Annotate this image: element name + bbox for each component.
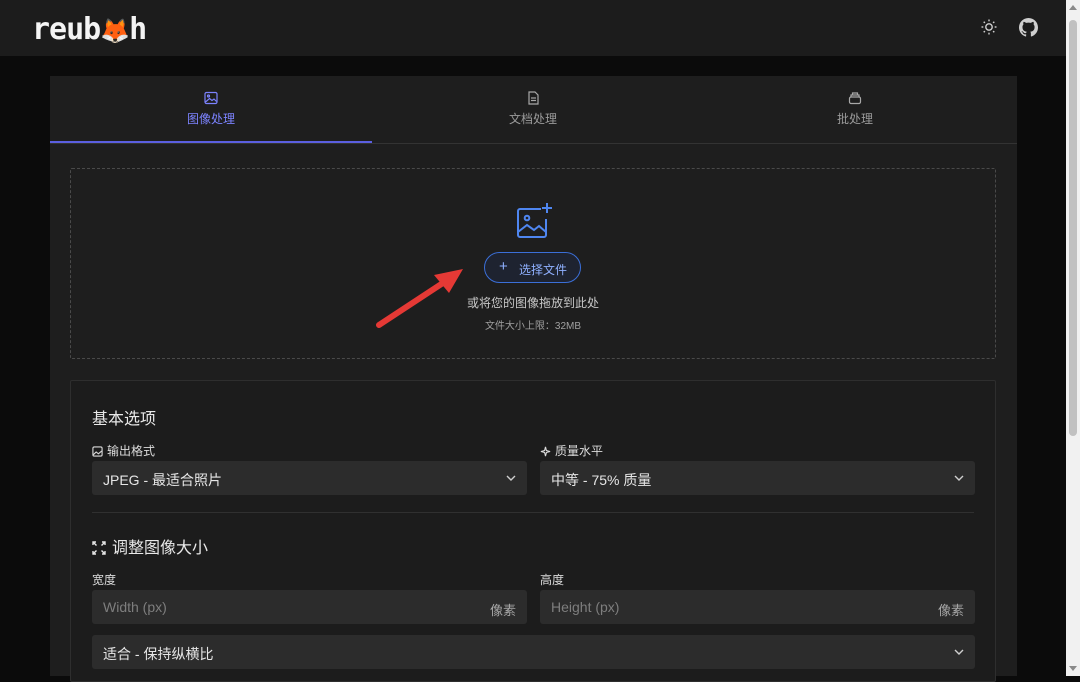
resize-image-title: 调整图像大小 bbox=[92, 534, 208, 558]
chevron-down-icon bbox=[954, 475, 964, 481]
quality-level-select[interactable]: 中等 - 75% 质量 bbox=[540, 461, 975, 495]
width-placeholder: Width (px) bbox=[103, 599, 167, 615]
width-input[interactable]: Width (px) 像素 bbox=[92, 590, 527, 624]
quality-level-label: 质量水平 bbox=[540, 442, 603, 459]
basic-options-title: 基本选项 bbox=[92, 411, 157, 428]
options-panel: 基本选项 输出格式 JPEG - 最适合照片 质量水平 中等 - 75% 质量 … bbox=[70, 380, 996, 682]
stack-icon bbox=[848, 92, 862, 105]
page-scrollbar[interactable] bbox=[1066, 0, 1080, 676]
tab-label: 图像处理 bbox=[186, 112, 235, 126]
height-label: 高度 bbox=[540, 573, 565, 587]
section-divider bbox=[92, 512, 974, 513]
fit-mode-select[interactable]: 适合 - 保持纵横比 bbox=[92, 635, 975, 669]
logo-text-right: h bbox=[129, 12, 147, 47]
height-placeholder: Height (px) bbox=[551, 599, 620, 615]
sparkle-icon bbox=[540, 446, 551, 457]
output-format-label: 输出格式 bbox=[92, 442, 155, 459]
plus-icon: + bbox=[499, 258, 508, 275]
add-image-icon bbox=[517, 203, 552, 238]
sun-icon[interactable] bbox=[980, 18, 1000, 38]
height-input[interactable]: Height (px) 像素 bbox=[540, 590, 975, 624]
file-dropzone[interactable]: + 选择文件 或将您的图像拖放到此处 文件大小上限：32MB bbox=[70, 168, 996, 359]
drop-hint: 或将您的图像拖放到此处 bbox=[466, 296, 599, 310]
output-format-value: JPEG - 最适合照片 bbox=[103, 472, 223, 488]
resize-icon bbox=[92, 541, 106, 555]
width-unit: 像素 bbox=[489, 603, 516, 618]
image-icon bbox=[204, 91, 218, 105]
document-icon bbox=[528, 91, 539, 105]
tab-image-processing[interactable]: 图像处理 bbox=[50, 76, 372, 143]
tab-document-processing[interactable]: 文档处理 bbox=[372, 76, 694, 142]
tab-bar: 图像处理 文档处理 批处理 bbox=[50, 76, 1017, 144]
chevron-down-icon bbox=[506, 475, 516, 481]
top-bar: reub🦊h bbox=[0, 0, 1066, 56]
select-file-button[interactable]: + 选择文件 bbox=[484, 252, 581, 283]
logo[interactable]: reub🦊h bbox=[32, 12, 147, 47]
chevron-down-icon bbox=[954, 649, 964, 655]
fit-mode-value: 适合 - 保持纵横比 bbox=[103, 646, 214, 662]
tab-batch-processing[interactable]: 批处理 bbox=[694, 76, 1016, 142]
tab-label: 批处理 bbox=[836, 112, 873, 126]
scroll-down-arrow[interactable] bbox=[1069, 666, 1077, 671]
size-limit: 文件大小上限：32MB bbox=[484, 321, 582, 332]
image-icon bbox=[92, 446, 103, 457]
logo-fox: 🦊 bbox=[100, 17, 130, 45]
tab-label: 文档处理 bbox=[508, 112, 557, 126]
width-label: 宽度 bbox=[92, 573, 117, 587]
main-card: 图像处理 文档处理 批处理 + 选择文件 或将您的图像拖放到此处 文件大小上限：… bbox=[50, 76, 1017, 682]
red-arrow-annotation bbox=[376, 269, 463, 328]
height-unit: 像素 bbox=[937, 603, 964, 618]
github-icon[interactable] bbox=[1019, 18, 1039, 38]
select-file-label: 选择文件 bbox=[519, 263, 568, 277]
logo-text-left: reub bbox=[32, 12, 101, 47]
scroll-up-arrow[interactable] bbox=[1069, 5, 1077, 10]
output-format-select[interactable]: JPEG - 最适合照片 bbox=[92, 461, 527, 495]
scroll-thumb[interactable] bbox=[1069, 20, 1077, 436]
quality-level-value: 中等 - 75% 质量 bbox=[551, 472, 652, 488]
